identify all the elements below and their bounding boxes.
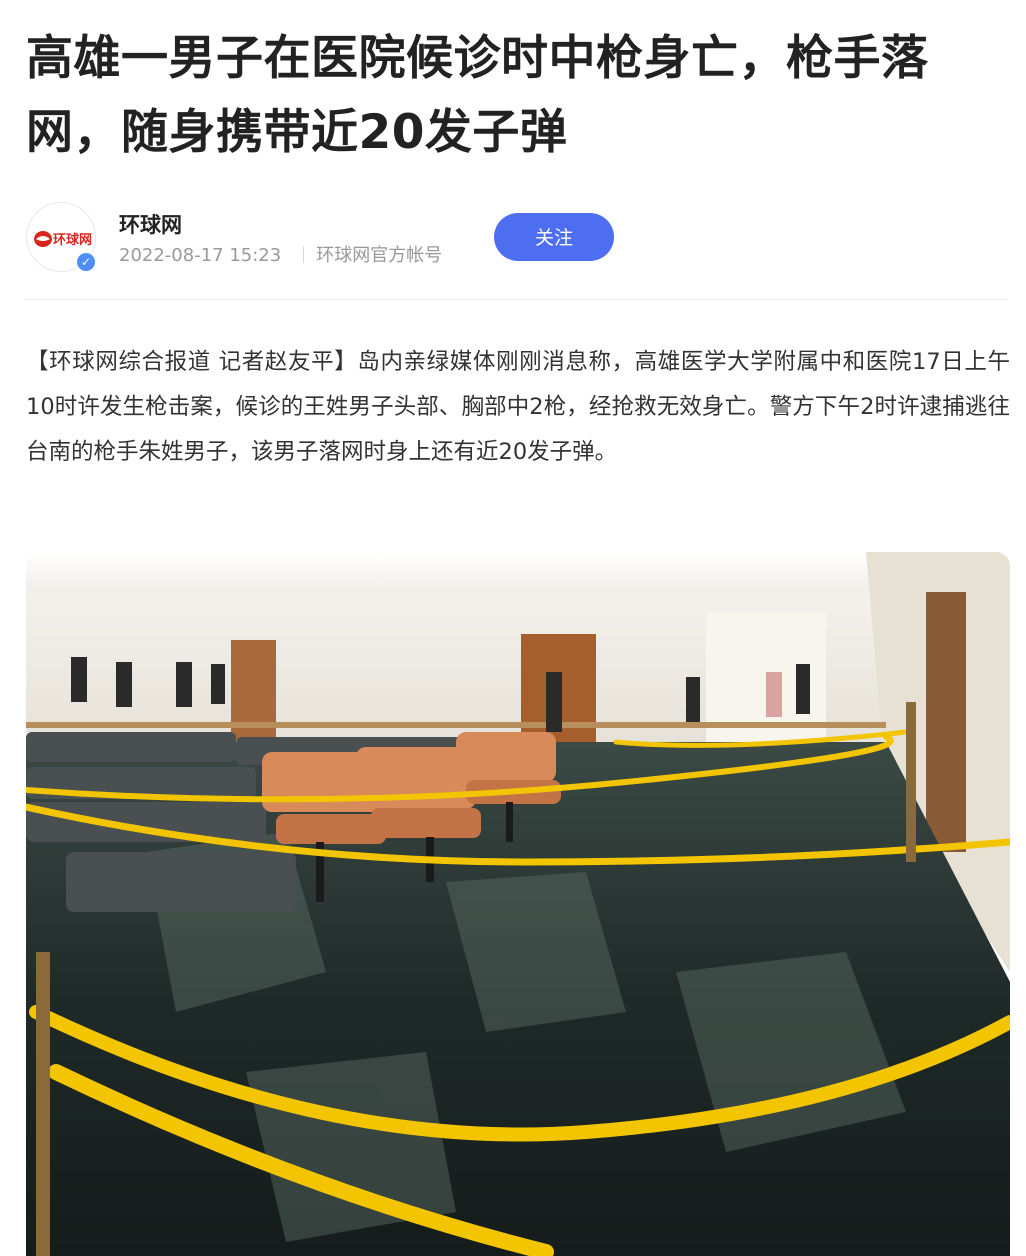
- article-photo[interactable]: [26, 552, 1010, 1256]
- publish-timestamp: 2022-08-17 15:23: [119, 245, 282, 266]
- account-type: 环球网官方帐号: [316, 245, 443, 266]
- follow-button[interactable]: 关注: [494, 213, 614, 261]
- avatar-logo-text: 环球网: [53, 232, 92, 248]
- verified-check-icon: ✓: [75, 251, 97, 273]
- author-row: 环球网 ✓ 环球网 2022-08-17 15:23 环球网官方帐号 关注: [26, 200, 1006, 275]
- header-divider: [26, 299, 1008, 300]
- meta-divider: [303, 246, 305, 263]
- article-title: 高雄一男子在医院候诊时中枪身亡，枪手落网，随身携带近20发子弹: [26, 31, 929, 160]
- article-body: 【环球网综合报道 记者赵友平】岛内亲绿媒体刚刚消息称，高雄医学大学附属中和医院1…: [26, 349, 1010, 465]
- author-meta: 2022-08-17 15:23 环球网官方帐号: [119, 241, 442, 267]
- huanqiu-logo-icon: 环球网: [34, 231, 92, 248]
- author-avatar[interactable]: 环球网 ✓: [26, 202, 97, 273]
- author-name[interactable]: 环球网: [119, 209, 182, 239]
- hospital-waiting-area-photo: [26, 552, 1010, 1256]
